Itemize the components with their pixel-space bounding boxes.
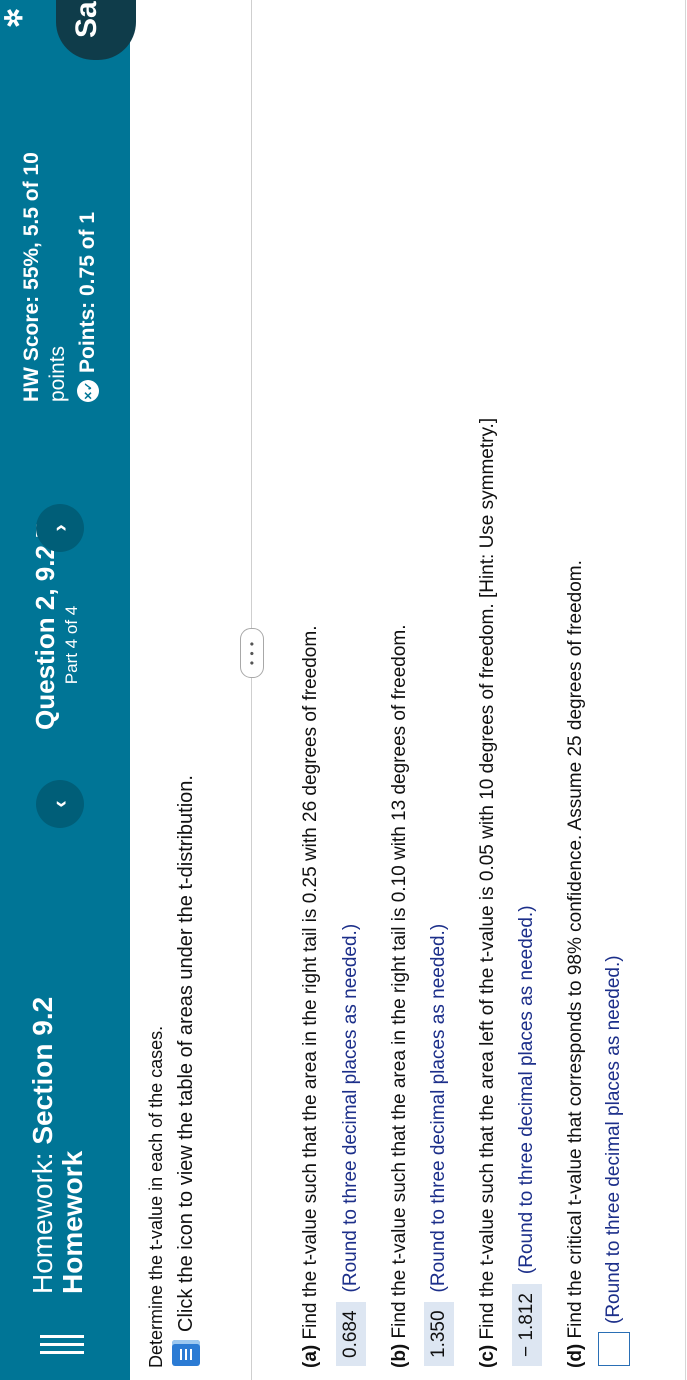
answer-d-input[interactable] — [598, 1332, 630, 1366]
answer-row-a: 0.684 (Round to three decimal places as … — [336, 924, 366, 1366]
answer-row-d: (Round to three decimal places as needed… — [598, 955, 630, 1366]
points-value: Points: 0.75 of 1 — [76, 211, 99, 373]
page-stage: Homework: Section 9.2 Homework ‹ Questio… — [0, 0, 687, 1380]
answer-a-value: 0.684 — [336, 1302, 366, 1366]
chevron-right-icon: › — [47, 524, 72, 532]
question-c-label: (c) — [477, 1344, 498, 1368]
homework-subtitle: Homework — [57, 1150, 88, 1294]
question-c: (c) Find the t-value such that the area … — [477, 418, 499, 1368]
settings-icon[interactable]: ✲ — [0, 8, 29, 28]
header-bar: Homework: Section 9.2 Homework ‹ Questio… — [0, 0, 136, 1380]
answer-row-c: − 1.812 (Round to three decimal places a… — [512, 905, 542, 1366]
hw-score-points: points — [46, 345, 69, 402]
save-button-label: Sa — [70, 1, 103, 38]
answer-a-hint: (Round to three decimal places as needed… — [340, 923, 361, 1293]
hw-score: HW Score: 55%, 5.5 of 10 — [20, 152, 43, 402]
question-b: (b) Find the t-value such that the area … — [389, 624, 411, 1368]
answer-c-hint: (Round to three decimal places as needed… — [516, 905, 537, 1275]
instruction-text: Determine the t-value in each of the cas… — [146, 1025, 166, 1368]
question-b-label: (b) — [389, 1343, 410, 1368]
section-divider — [251, 0, 252, 1380]
question-a-label: (a) — [300, 1344, 321, 1368]
question-part: Part 4 of 4 — [62, 605, 81, 685]
question-d-label: (d) — [565, 1343, 586, 1368]
chevron-left-icon: ‹ — [47, 800, 72, 808]
answer-b-value: 1.350 — [424, 1302, 454, 1366]
answer-row-b: 1.350 (Round to three decimal places as … — [424, 924, 454, 1366]
next-question-button[interactable]: › — [36, 504, 84, 552]
homework-title: Homework: Section 9.2 — [27, 996, 58, 1294]
question-title: Question 2, 9.2.7 — [30, 523, 60, 730]
bottom-divider — [685, 0, 686, 1380]
menu-icon[interactable] — [40, 1334, 84, 1354]
previous-question-button[interactable]: ‹ — [36, 780, 84, 828]
question-a-text: Find the t-value such that the area in t… — [300, 625, 321, 1340]
collapse-handle[interactable]: • • • — [240, 628, 264, 678]
section-name: Section 9.2 — [27, 996, 58, 1145]
save-button[interactable]: Sa — [56, 0, 136, 60]
table-link-row[interactable]: Click the icon to view the table of area… — [172, 775, 200, 1366]
homework-label: Homework: — [27, 1152, 58, 1294]
table-book-icon[interactable] — [172, 1340, 200, 1366]
points-row: ✕✓ Points: 0.75 of 1 — [76, 212, 100, 402]
question-d-text: Find the critical t-value that correspon… — [565, 560, 586, 1339]
answer-b-hint: (Round to three decimal places as needed… — [428, 923, 449, 1293]
question-c-text: Find the t-value such that the area left… — [477, 417, 498, 1340]
question-b-text: Find the t-value such that the area in t… — [389, 624, 410, 1339]
answer-c-value: − 1.812 — [512, 1284, 542, 1366]
question-a: (a) Find the t-value such that the area … — [300, 626, 322, 1368]
table-link-text: Click the icon to view the table of area… — [174, 775, 197, 1332]
partial-credit-icon: ✕✓ — [77, 380, 99, 402]
question-d: (d) Find the critical t-value that corre… — [565, 560, 587, 1368]
answer-d-hint: (Round to three decimal places as needed… — [603, 955, 624, 1324]
